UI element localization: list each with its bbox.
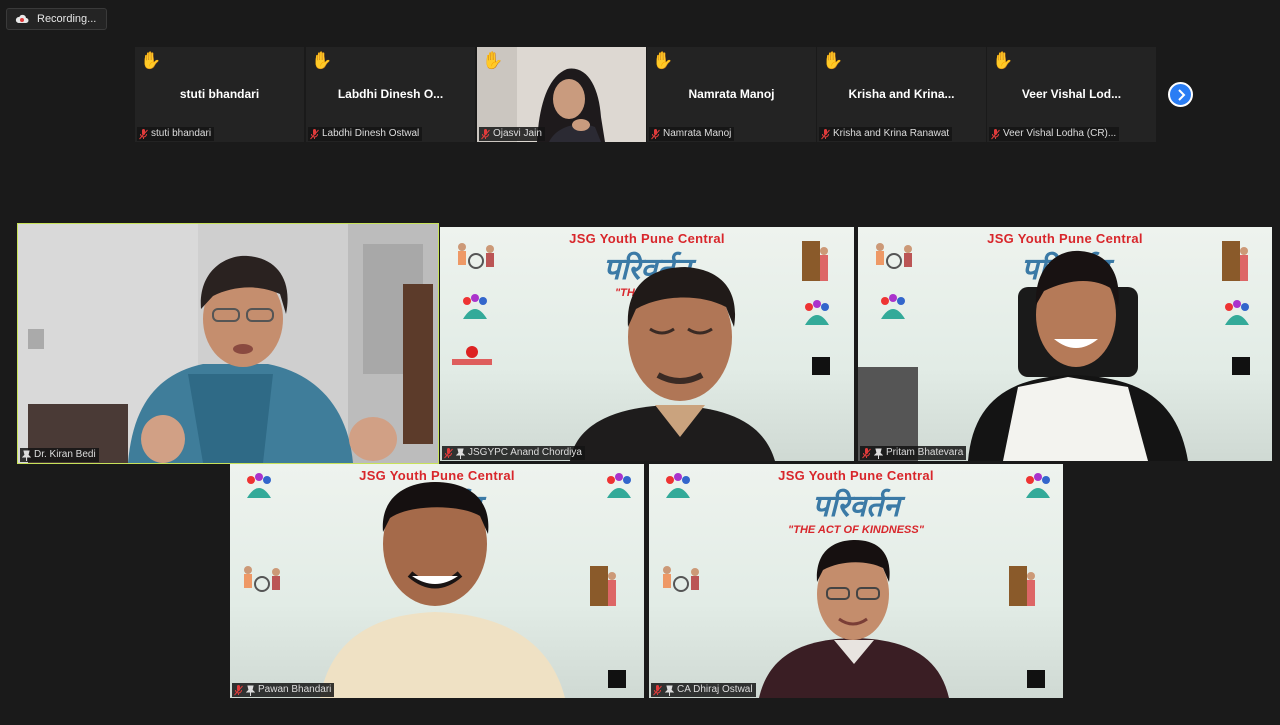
participant-name-tag: JSGYPC Anand Chordiya xyxy=(442,446,585,460)
cloud-record-icon xyxy=(15,14,29,24)
participant-name-tag: Ojasvi Jain xyxy=(479,127,545,141)
raised-hand-icon: ✋ xyxy=(822,51,844,70)
participant-name-tag: Pawan Bhandari xyxy=(232,683,335,697)
participant-video xyxy=(570,267,775,461)
participant-name: stuti bhandari xyxy=(179,87,260,101)
participant-name-tag: CA Dhiraj Ostwal xyxy=(651,683,756,697)
participant-video xyxy=(18,224,438,463)
raised-hand-icon: ✋ xyxy=(482,51,504,70)
next-page-button[interactable] xyxy=(1168,82,1193,107)
video-tile[interactable]: JSG Youth Pune Central परिवर्तन "THE ACT… xyxy=(440,227,854,461)
participant-name: Veer Vishal Lod... xyxy=(1021,87,1122,101)
participant-video xyxy=(759,540,949,698)
participant-name-tag: Dr. Kiran Bedi xyxy=(20,448,99,462)
participant-strip-tile[interactable]: ✋ Namrata Manoj Namrata Manoj xyxy=(647,47,816,142)
video-tile[interactable]: JSG Youth Pune Central परिवर्तन "THE ACT… xyxy=(649,464,1063,698)
raised-hand-icon: ✋ xyxy=(992,51,1014,70)
participant-strip-tile[interactable]: ✋ stuti bhandari stuti bhandari xyxy=(135,47,304,142)
video-tile[interactable]: JSG Youth Pune Central परिवर्तन "T NESS"… xyxy=(230,464,644,698)
mic-muted-icon xyxy=(310,128,319,139)
participant-strip-tile[interactable]: ✋ Krisha and Krina... Krisha and Krina R… xyxy=(817,47,986,142)
participant-strip-tile[interactable]: ✋ Labdhi Dinesh O... Labdhi Dinesh Ostwa… xyxy=(306,47,475,142)
mic-muted-icon xyxy=(234,684,243,695)
participant-name: Labdhi Dinesh O... xyxy=(337,87,444,101)
mic-muted-icon xyxy=(651,128,660,139)
raised-hand-icon: ✋ xyxy=(652,51,674,70)
participant-name-tag: Pritam Bhatevara xyxy=(860,446,967,460)
mic-muted-icon xyxy=(862,447,871,458)
participant-name-tag: Veer Vishal Lodha (CR)... xyxy=(989,127,1120,141)
mic-muted-icon xyxy=(481,128,490,139)
mic-muted-icon xyxy=(991,128,1000,139)
mic-muted-icon xyxy=(821,128,830,139)
chevron-right-icon xyxy=(1177,88,1185,101)
recording-label: Recording... xyxy=(37,13,97,25)
participant-strip-tile[interactable]: ✋ Ojasvi Jain xyxy=(477,47,646,142)
mic-muted-icon xyxy=(139,128,148,139)
participant-video xyxy=(320,482,565,698)
raised-hand-icon: ✋ xyxy=(311,51,333,70)
participant-strip-tile[interactable]: ✋ Veer Vishal Lod... Veer Vishal Lodha (… xyxy=(987,47,1156,142)
participant-name-tag: Krisha and Krina Ranawat xyxy=(819,127,953,141)
pin-icon xyxy=(456,448,465,459)
participant-video xyxy=(858,250,1188,461)
mic-muted-icon xyxy=(653,684,662,695)
participant-name: Krisha and Krina... xyxy=(848,87,955,101)
pin-icon xyxy=(22,450,31,461)
raised-hand-icon: ✋ xyxy=(140,51,162,70)
pin-icon xyxy=(246,685,255,696)
participant-name-tag: Labdhi Dinesh Ostwal xyxy=(308,127,423,141)
pin-icon xyxy=(665,685,674,696)
video-tile-active-speaker[interactable]: Dr. Kiran Bedi xyxy=(17,223,439,464)
pin-icon xyxy=(874,448,883,459)
participant-name-tag: stuti bhandari xyxy=(137,127,215,141)
recording-indicator[interactable]: Recording... xyxy=(6,8,107,30)
participant-name-tag: Namrata Manoj xyxy=(649,127,735,141)
mic-muted-icon xyxy=(444,447,453,458)
video-tile[interactable]: JSG Youth Pune Central परिवर्तन "THE A P… xyxy=(858,227,1272,461)
participant-name: Namrata Manoj xyxy=(688,87,775,101)
